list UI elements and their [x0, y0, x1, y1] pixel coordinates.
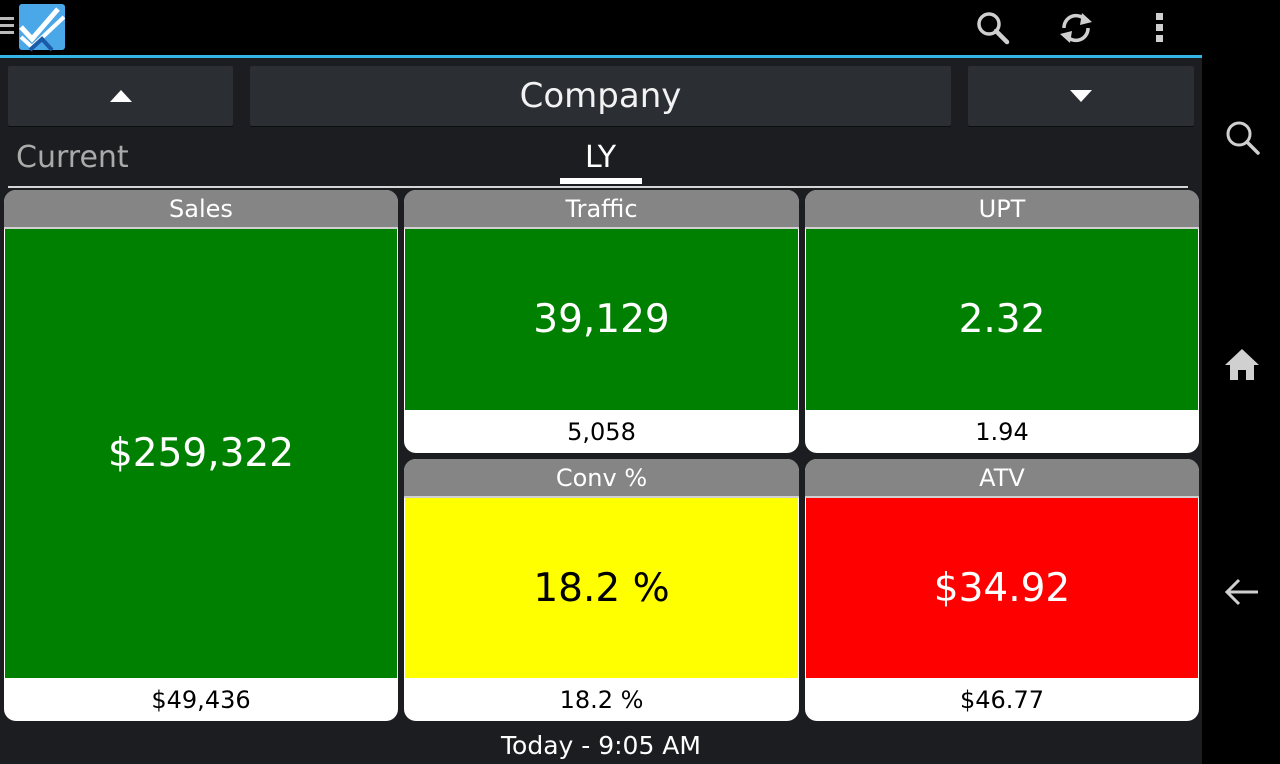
atv-comparison: $46.77 [960, 686, 1044, 714]
hierarchy-title: Company [519, 76, 682, 116]
sales-title: Sales [4, 190, 398, 229]
upt-comparison: 1.94 [975, 418, 1029, 446]
search-icon[interactable] [1221, 116, 1263, 158]
arrow-down-icon [1070, 90, 1092, 102]
tab-current[interactable]: Current [16, 134, 129, 184]
drawer-menu-icon[interactable] [0, 14, 16, 40]
hierarchy-title-button[interactable]: Company [250, 66, 951, 126]
arrow-up-icon [110, 90, 132, 102]
upt-value: 2.32 [806, 229, 1198, 410]
conv-comparison: 18.2 % [559, 686, 644, 714]
active-tab-indicator [560, 178, 642, 184]
atv-value: $34.92 [806, 498, 1198, 678]
system-navigation-bar [1202, 0, 1280, 764]
last-updated-timestamp: Today - 9:05 AM [501, 731, 701, 760]
conv-value: 18.2 % [405, 498, 798, 678]
traffic-tile[interactable]: Traffic 39,129 5,058 [404, 190, 799, 453]
tab-ly[interactable]: LY [585, 134, 616, 184]
next-level-button[interactable] [968, 66, 1194, 126]
conv-tile[interactable]: Conv % 18.2 % 18.2 % [404, 459, 799, 721]
home-icon[interactable] [1221, 344, 1263, 386]
sales-tile[interactable]: Sales $259,322 $49,436 [4, 190, 398, 721]
overflow-menu-icon[interactable] [1140, 8, 1180, 48]
app-logo-icon[interactable] [18, 3, 68, 53]
upt-title: UPT [805, 190, 1199, 229]
action-bar [0, 0, 1202, 58]
sales-value: $259,322 [5, 229, 397, 678]
sales-comparison: $49,436 [151, 686, 251, 714]
refresh-icon[interactable] [1056, 8, 1096, 48]
upt-tile[interactable]: UPT 2.32 1.94 [805, 190, 1199, 453]
conv-title: Conv % [404, 459, 799, 498]
app-screen: Company Current LY Sales $259,322 $49,43… [0, 0, 1202, 764]
traffic-comparison: 5,058 [567, 418, 636, 446]
period-tabs: Current LY [8, 134, 1188, 188]
atv-tile[interactable]: ATV $34.92 $46.77 [805, 459, 1199, 721]
search-icon[interactable] [972, 8, 1012, 48]
traffic-title: Traffic [404, 190, 799, 229]
traffic-value: 39,129 [405, 229, 798, 410]
back-icon[interactable] [1221, 571, 1263, 613]
atv-title: ATV [805, 459, 1199, 498]
previous-level-button[interactable] [8, 66, 233, 126]
